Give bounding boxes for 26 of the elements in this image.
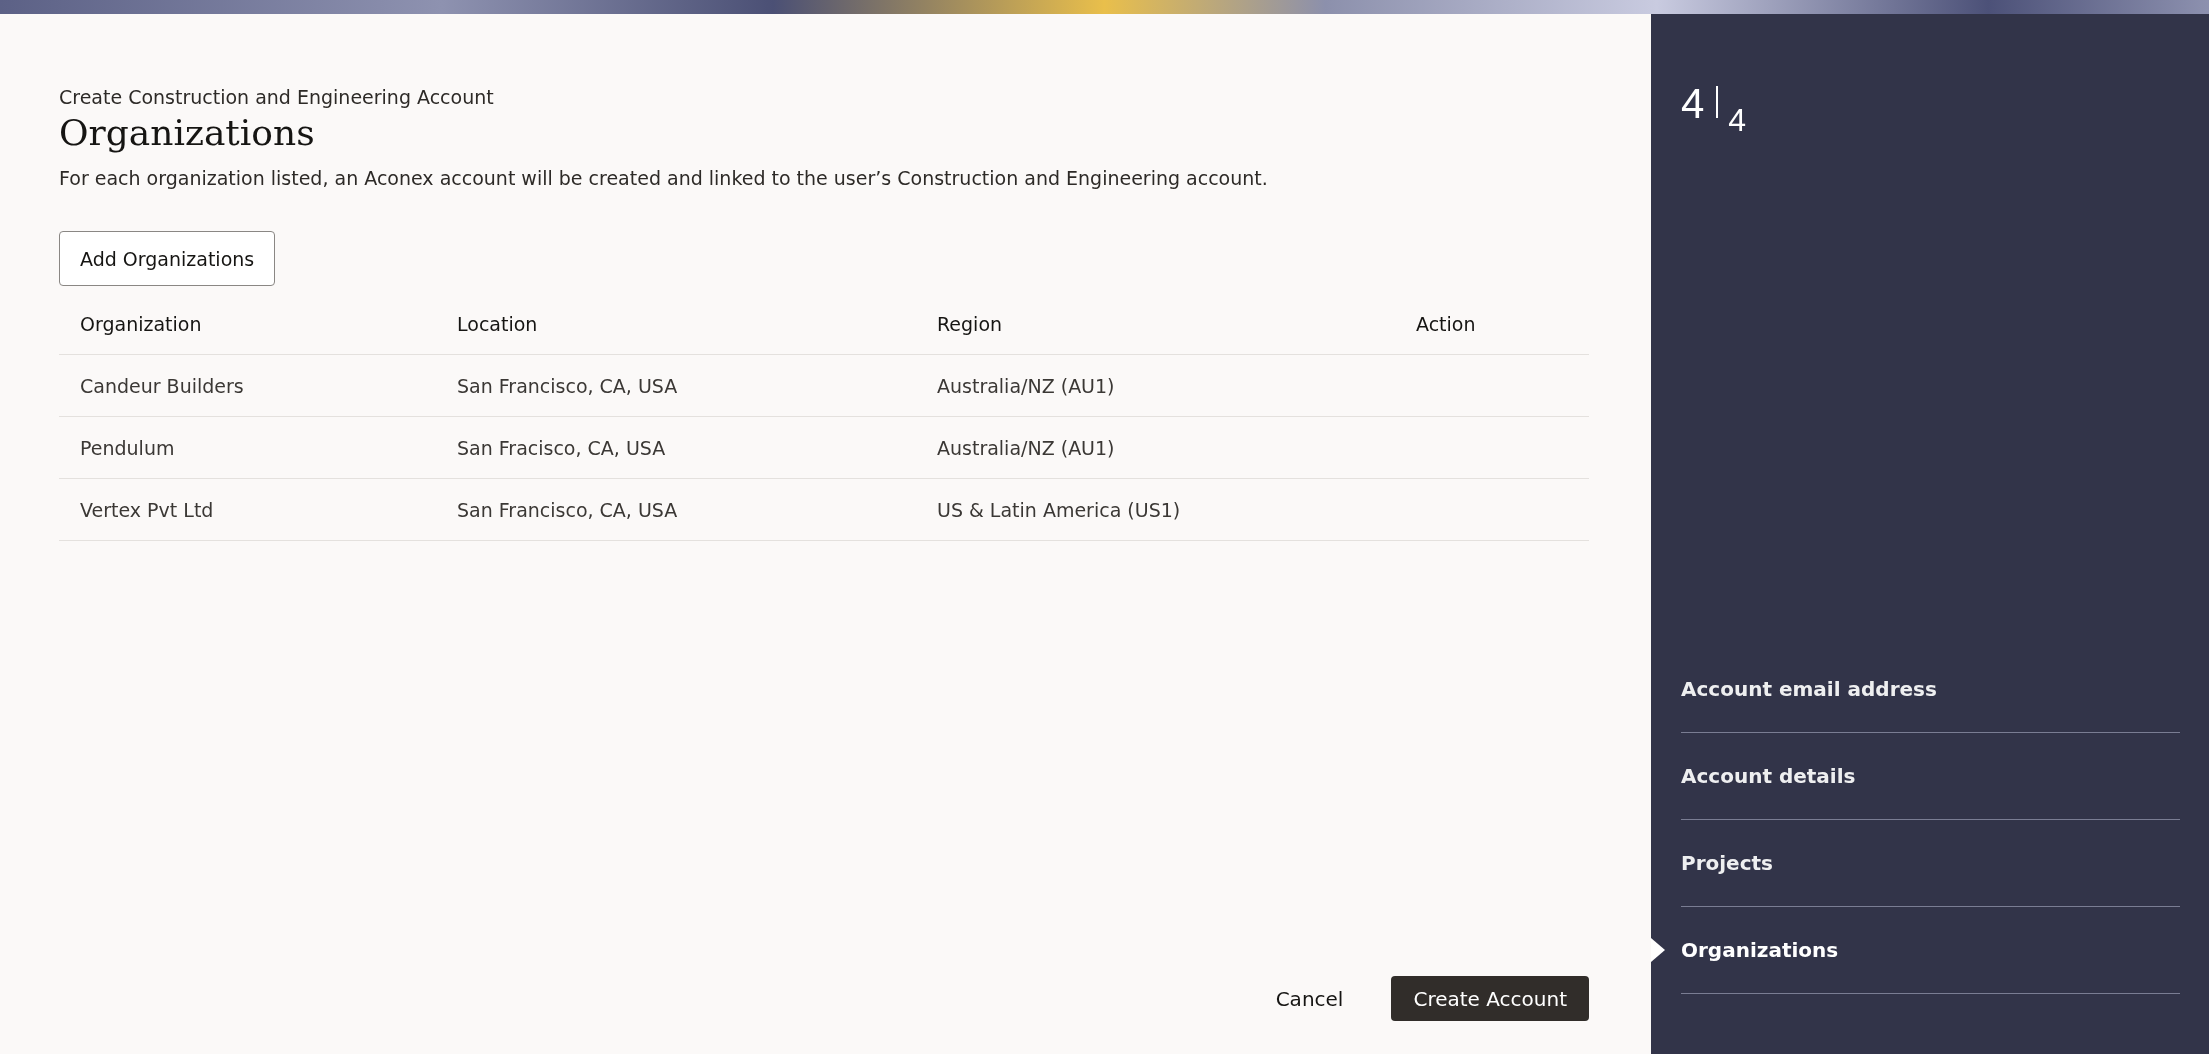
step-link[interactable]: Organizations (1681, 938, 1839, 962)
table-cell-text: Vertex Pvt Ltd (80, 498, 215, 521)
table-cell-text: Candeur Builders (80, 374, 245, 397)
page-title: Organizations (59, 112, 316, 153)
column-header: Location (457, 313, 539, 335)
table-cell-text: Australia/NZ (AU1) (937, 374, 1116, 397)
table-cell-text: San Francisco, CA, USA (457, 374, 679, 397)
step-link[interactable]: Account email address (1681, 677, 1937, 701)
create-account-button[interactable]: Create Account (1391, 976, 1589, 1021)
page-subtitle: Create Construction and Engineering Account (59, 86, 495, 108)
current-step: 4 (1681, 80, 1705, 128)
table-cell-text: US & Latin America (US1) (937, 498, 1182, 521)
table-cell-text: Australia/NZ (AU1) (937, 436, 1116, 459)
add-organizations-button[interactable]: Add Organizations (59, 231, 276, 286)
cancel-button[interactable]: Cancel (1267, 978, 1352, 1019)
column-header: Region (937, 313, 1004, 335)
table-cell-text: San Francisco, CA, USA (457, 498, 679, 521)
step-divider (1716, 86, 1719, 118)
column-header: Organization (80, 313, 203, 335)
step-link[interactable]: Account details (1681, 764, 1856, 788)
table-cell-text: Pendulum (80, 436, 176, 459)
column-header: Action (1416, 313, 1477, 335)
table-cell-text: San Fracisco, CA, USA (457, 436, 667, 459)
page-description: For each organization listed, an Aconex account will be created and linked to the user’s Construction and Engineering account. (59, 167, 1269, 189)
total-steps: 4 (1728, 102, 1747, 139)
step-link[interactable]: Projects (1681, 851, 1773, 875)
